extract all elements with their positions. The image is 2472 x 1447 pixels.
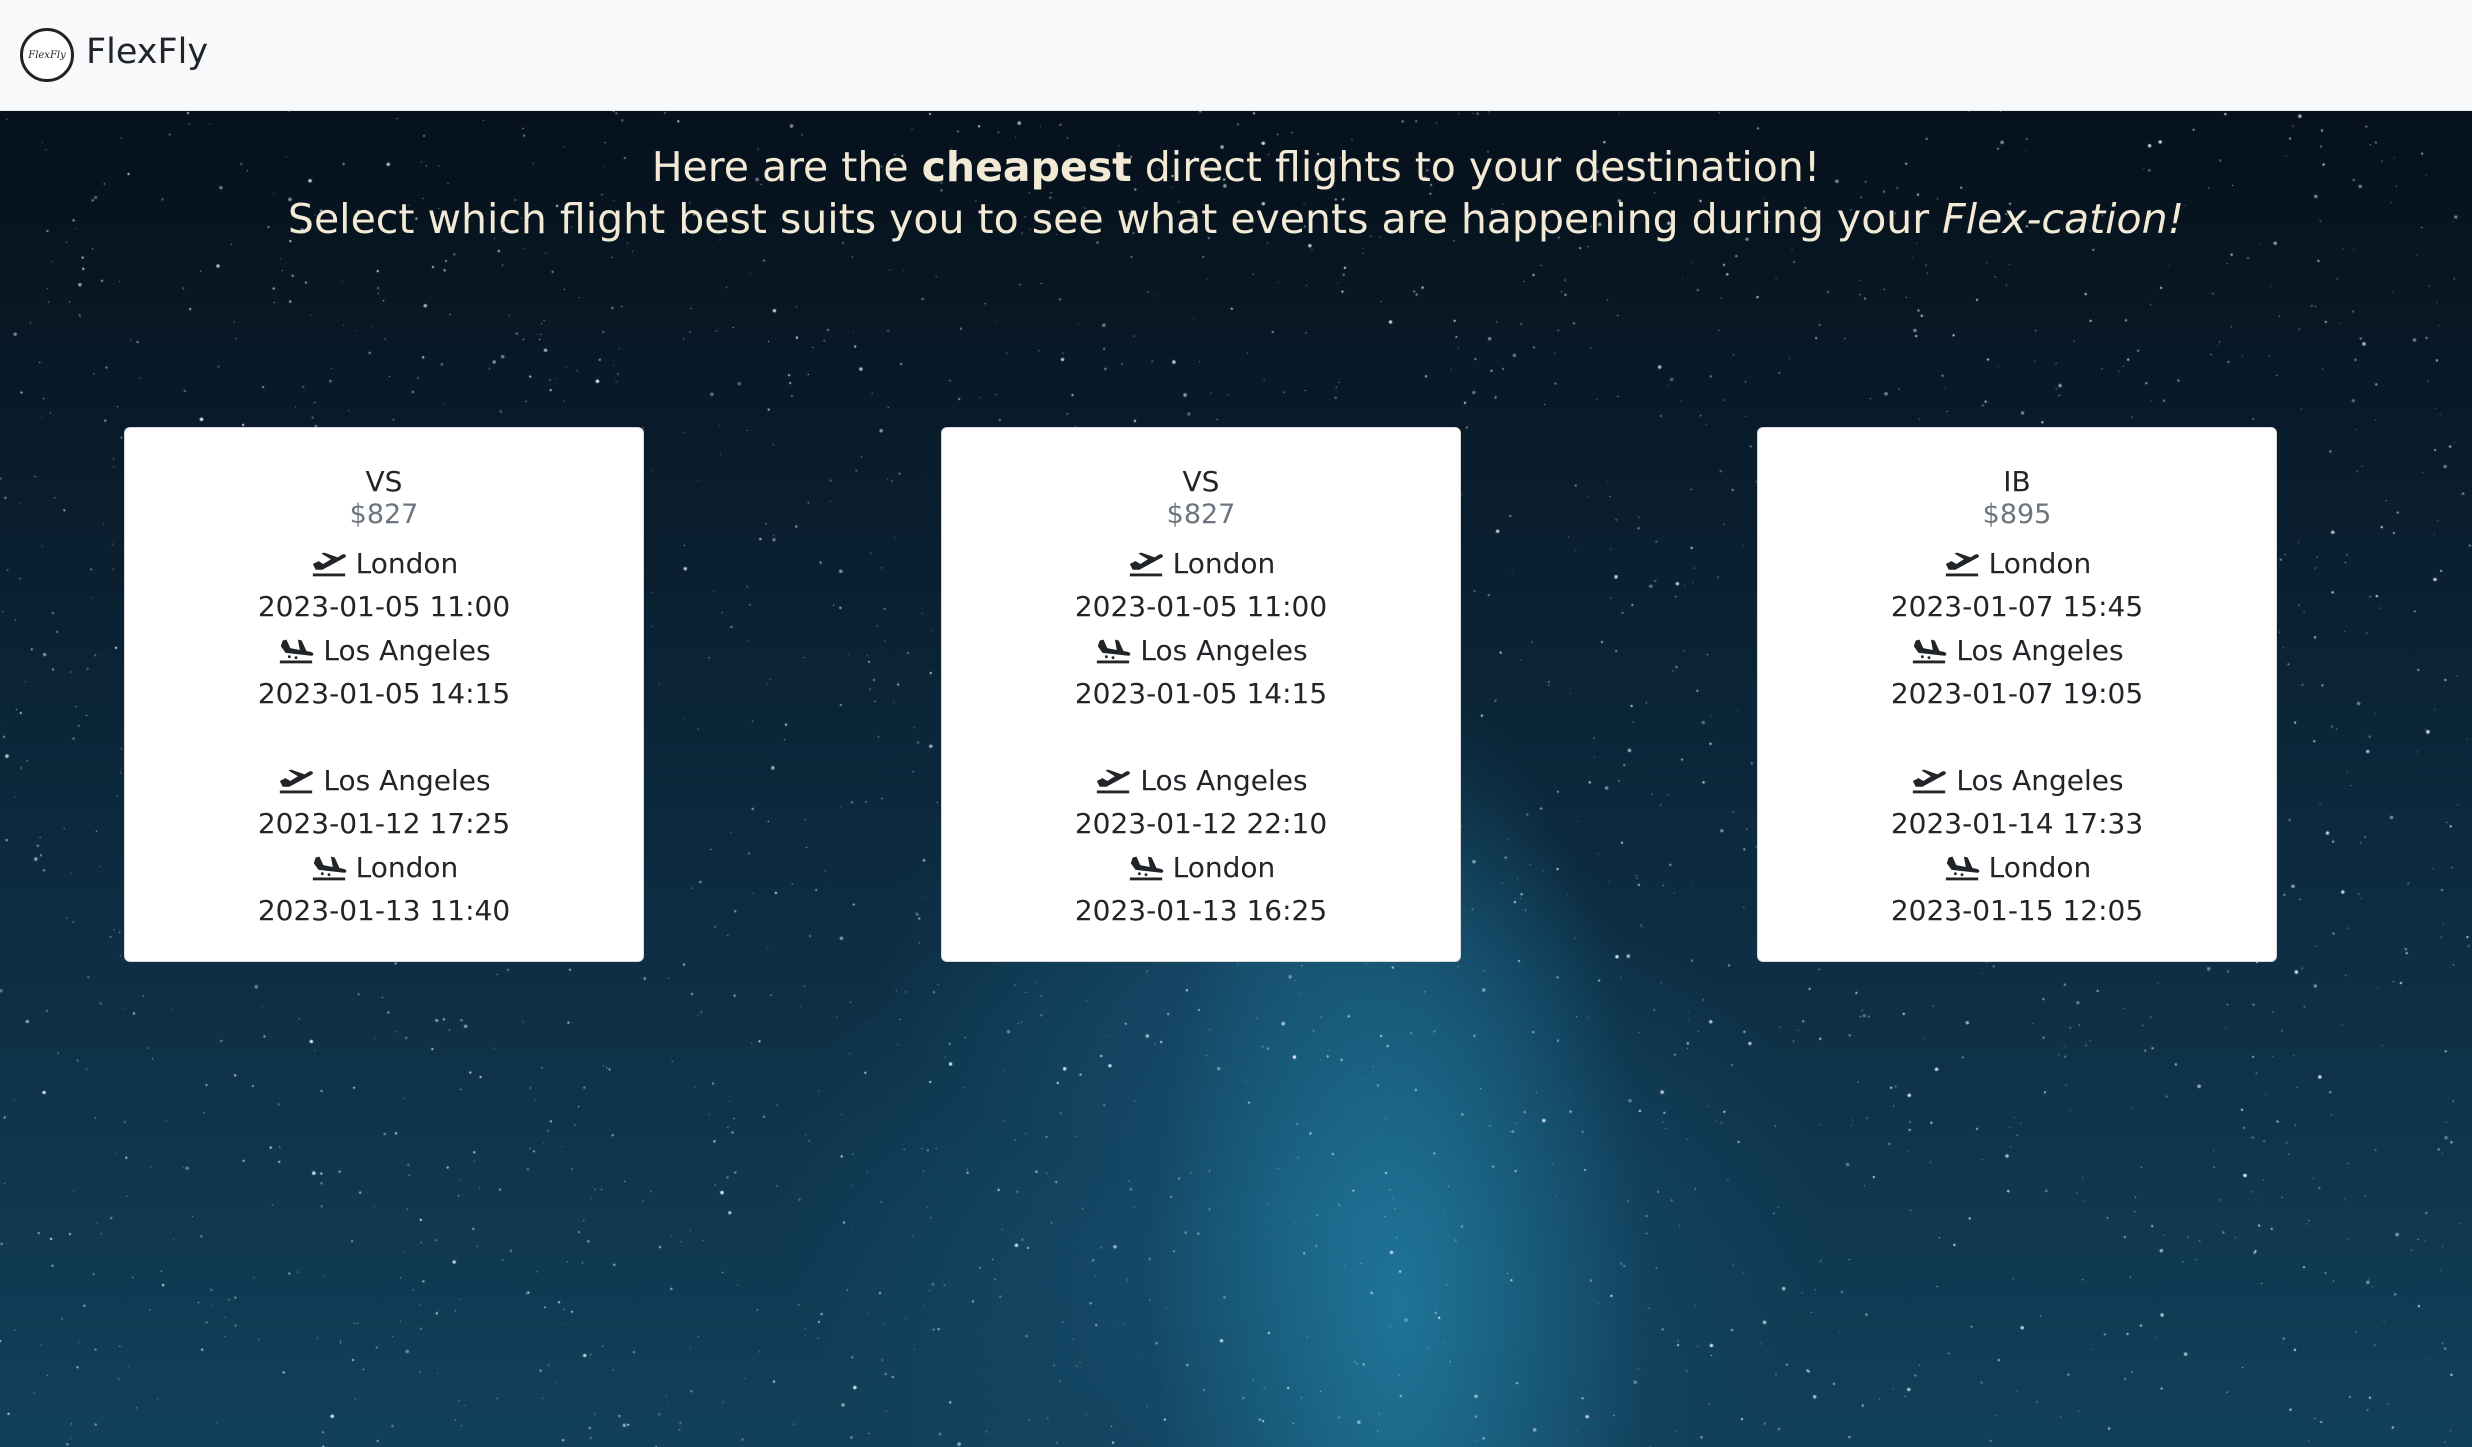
arrival-city: London	[1988, 851, 2092, 884]
return-arrival: London	[942, 850, 1460, 886]
departure-city: Los Angeles	[1140, 764, 1308, 797]
departure-city: London	[1172, 547, 1276, 580]
headline-text: Select which flight best suits you to se…	[287, 195, 1943, 243]
departure-city: Los Angeles	[1956, 764, 2124, 797]
outbound-departure-time: 2023-01-07 15:45	[1890, 590, 2144, 623]
navbar: FlexFly FlexFly	[0, 0, 2472, 111]
airline-code: VS	[365, 465, 403, 498]
return-arrival-time: 2023-01-13 11:40	[257, 894, 511, 927]
headline-emphasis: cheapest	[921, 143, 1132, 191]
return-arrival-time: 2023-01-13 16:25	[1074, 894, 1328, 927]
plane-arrival-icon	[1129, 856, 1164, 881]
price: $827	[1166, 499, 1236, 530]
airline-code: IB	[2003, 465, 2031, 498]
return-departure: Los Angeles	[942, 763, 1460, 799]
headline: Here are the cheapest direct flights to …	[0, 141, 2472, 245]
outbound-arrival: Los Angeles	[1758, 633, 2276, 669]
plane-departure-icon	[1129, 552, 1163, 577]
price: $827	[349, 499, 419, 530]
return-departure-time: 2023-01-12 22:10	[1074, 807, 1328, 840]
flight-card[interactable]: VS $827 London 2023-01-05 11:00 Los Ange…	[124, 427, 644, 962]
headline-italic: Flex-cation!	[1942, 195, 2185, 243]
headline-line-1: Here are the cheapest direct flights to …	[0, 141, 2472, 193]
plane-departure-icon	[1913, 769, 1947, 794]
plane-arrival-icon	[280, 639, 314, 664]
departure-city: London	[1988, 547, 2092, 580]
airline-code: VS	[1182, 465, 1220, 498]
headline-text: Here are the	[651, 143, 922, 191]
arrival-city: Los Angeles	[1956, 634, 2124, 667]
return-departure-time: 2023-01-12 17:25	[257, 807, 511, 840]
outbound-departure-time: 2023-01-05 11:00	[257, 590, 511, 623]
outbound-arrival-time: 2023-01-07 19:05	[1890, 677, 2144, 710]
outbound-departure: London	[942, 546, 1460, 582]
flight-card[interactable]: VS $827 London 2023-01-05 11:00 Los Ange…	[941, 427, 1461, 962]
arrival-city: London	[1172, 851, 1276, 884]
plane-arrival-icon	[1913, 639, 1947, 664]
outbound-departure: London	[1758, 546, 2276, 582]
plane-departure-icon	[312, 552, 346, 577]
headline-line-2: Select which flight best suits you to se…	[0, 193, 2472, 245]
plane-departure-icon	[280, 769, 314, 794]
outbound-arrival-time: 2023-01-05 14:15	[1074, 677, 1328, 710]
outbound-departure-time: 2023-01-05 11:00	[1074, 590, 1328, 623]
return-arrival: London	[125, 850, 643, 886]
arrival-city: London	[355, 851, 459, 884]
arrival-city: Los Angeles	[1140, 634, 1308, 667]
brand-name[interactable]: FlexFly	[86, 30, 208, 74]
outbound-arrival: Los Angeles	[125, 633, 643, 669]
departure-city: London	[355, 547, 459, 580]
starry-background: Here are the cheapest direct flights to …	[0, 111, 2472, 1447]
flexfly-logo[interactable]: FlexFly	[20, 28, 74, 82]
plane-departure-icon	[1097, 769, 1131, 794]
plane-arrival-icon	[1945, 856, 1980, 881]
return-arrival-time: 2023-01-15 12:05	[1890, 894, 2144, 927]
plane-arrival-icon	[312, 856, 347, 881]
outbound-arrival-time: 2023-01-05 14:15	[257, 677, 511, 710]
arrival-city: Los Angeles	[323, 634, 491, 667]
plane-departure-icon	[1945, 552, 1979, 577]
return-departure: Los Angeles	[125, 763, 643, 799]
departure-city: Los Angeles	[323, 764, 491, 797]
plane-arrival-icon	[1097, 639, 1131, 664]
logo-text: FlexFly	[28, 49, 66, 61]
return-arrival: London	[1758, 850, 2276, 886]
headline-text: direct flights to your destination!	[1131, 143, 1821, 191]
outbound-arrival: Los Angeles	[942, 633, 1460, 669]
flight-card[interactable]: IB $895 London 2023-01-07 15:45 Los Ange…	[1757, 427, 2277, 962]
return-departure-time: 2023-01-14 17:33	[1890, 807, 2144, 840]
return-departure: Los Angeles	[1758, 763, 2276, 799]
outbound-departure: London	[125, 546, 643, 582]
price: $895	[1982, 499, 2052, 530]
